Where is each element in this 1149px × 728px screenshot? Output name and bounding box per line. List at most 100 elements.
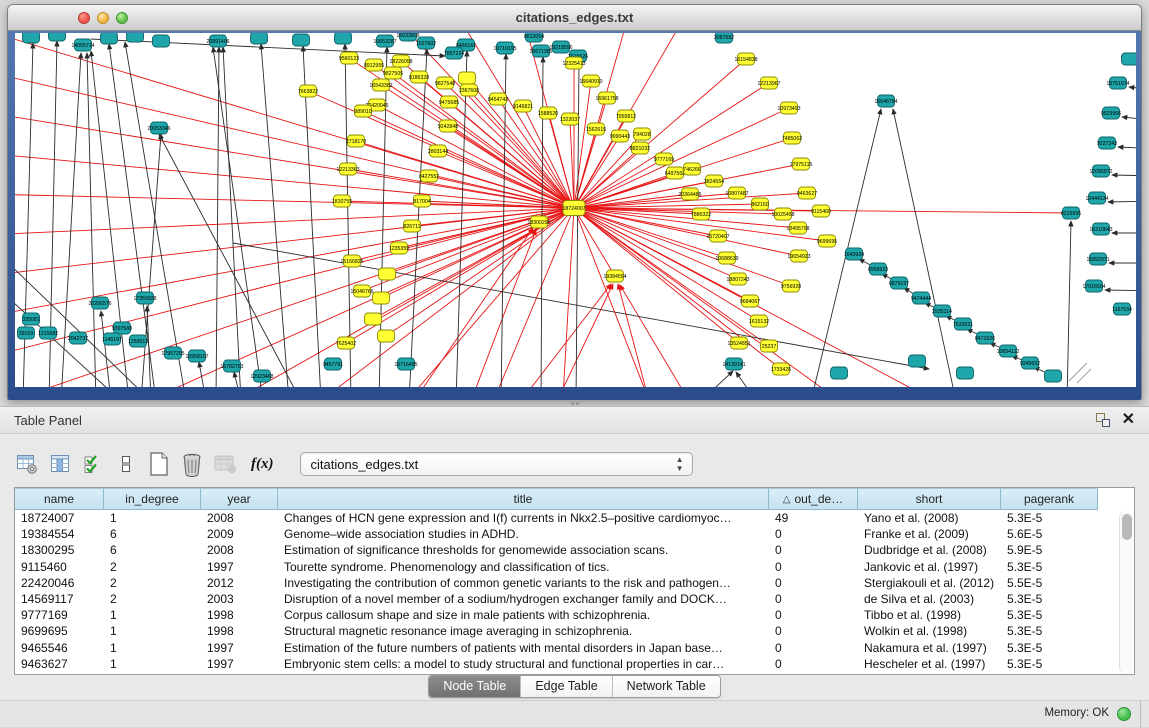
table-row[interactable]: 977716911998Corpus callosum shape and si… [15,607,1134,623]
zoom-window-button[interactable] [116,12,128,24]
graph-node[interactable]: 817004 [413,195,430,207]
graph-node[interactable]: 13524851 [727,337,750,349]
tab-edge-table[interactable]: Edge Table [521,676,612,697]
scrollbar-thumb[interactable] [1122,514,1132,540]
graph-node[interactable]: 2087682 [714,33,734,43]
graph-node[interactable]: 9699695 [817,235,837,247]
graph-node[interactable] [459,72,476,84]
graph-node[interactable]: 7632621 [953,318,973,330]
graph-node[interactable]: 9827505 [383,67,403,79]
graph-node[interactable]: 12213967 [757,77,780,89]
select-columns-button[interactable] [80,450,106,478]
tab-node-table[interactable]: Node Table [429,676,521,697]
graph-node[interactable]: 1562615 [586,123,606,135]
graph-node[interactable]: 10688639 [715,252,738,264]
graph-node[interactable]: 8471626 [975,332,995,344]
graph-node[interactable]: 16648784 [874,95,897,107]
table-row[interactable]: 969969511998Structural magnetic resonanc… [15,623,1134,639]
graph-node[interactable]: 2803144 [428,145,448,157]
graph-node[interactable]: 8454743 [488,93,508,105]
graph-node[interactable]: 2935114 [932,305,952,317]
graph-node[interactable]: 10653287 [373,35,396,47]
table-row[interactable]: 1872400712008Changes of HCN gene express… [15,510,1134,526]
new-file-button[interactable] [146,450,172,478]
table-selector-dropdown[interactable]: citations_edges.txt ▲▼ [300,452,693,476]
graph-node[interactable]: 20891406 [206,35,229,47]
graph-node[interactable]: 1733426 [771,363,791,375]
tab-network-table[interactable]: Network Table [613,676,720,697]
memory-status-indicator[interactable] [1117,707,1131,721]
close-window-button[interactable] [78,12,90,24]
graph-node[interactable]: 8912955 [364,59,384,71]
graph-node[interactable] [293,34,310,46]
graph-node[interactable]: 9474444 [911,292,931,304]
table-row[interactable]: 2242004622012Investigating the contribut… [15,575,1134,591]
graph-node[interactable]: 20206576 [88,297,111,309]
graph-node[interactable]: 16961758 [595,92,618,104]
graph-node[interactable]: 1640934 [844,248,864,260]
graph-node[interactable]: 746266 [683,163,700,175]
graph-node[interactable]: 17359928 [133,292,156,304]
graph-node[interactable]: 6879197 [889,277,909,289]
row-height-button[interactable] [113,450,139,478]
graph-node[interactable]: 20364486 [678,188,701,200]
graph-node[interactable]: 2042737 [68,332,88,344]
graph-node[interactable] [373,292,390,304]
graph-node[interactable]: 9756928 [781,280,801,292]
graph-node[interactable] [1122,53,1137,65]
graph-node[interactable]: 2718170 [346,135,366,147]
column-header-in_degree[interactable]: in_degree [104,488,201,510]
graph-node[interactable]: 18226058 [389,55,412,67]
minimize-window-button[interactable] [97,12,109,24]
graph-node[interactable] [127,33,144,42]
graph-node[interactable]: 8958923 [868,263,888,275]
graph-node[interactable]: 16543382 [369,79,392,91]
column-header-title[interactable]: title [278,488,769,510]
column-header-out_de[interactable]: △out_de… [769,488,858,510]
graph-node[interactable]: 10025458 [771,208,794,220]
graph-node[interactable] [365,313,382,325]
column-header-name[interactable]: name [15,488,104,510]
table-row[interactable]: 946362711997Embryonic stem cells: a mode… [15,656,1134,672]
graph-node[interactable]: 9777169 [654,153,674,165]
graph-node[interactable]: 3824554 [704,175,724,187]
modify-table-button[interactable] [14,450,40,478]
graph-node[interactable] [23,33,40,43]
graph-node[interactable]: 10958107 [185,350,208,362]
graph-node[interactable]: 10973493 [777,102,800,114]
graph-node[interactable]: 1322037 [560,113,580,125]
graph-node[interactable]: 862160 [751,198,768,210]
table-row[interactable]: 946554611997Estimation of the future num… [15,640,1134,656]
graph-node[interactable]: 9115460 [811,205,831,217]
network-graph-canvas[interactable]: 1405571420891406106532871527602646616110… [15,33,1136,387]
table-row[interactable]: 1938455462009Genome–wide association stu… [15,526,1134,542]
graph-node[interactable] [379,268,396,280]
graph-node[interactable]: 9242848 [438,120,458,132]
table-vertical-scrollbar[interactable] [1119,511,1133,674]
graph-node[interactable]: 15720407 [706,230,729,242]
graph-node[interactable]: 12923468 [250,370,273,382]
graph-node[interactable]: 8215955 [1061,207,1081,219]
table-row[interactable]: 1830029562008Estimation of significance … [15,542,1134,558]
graph-node[interactable]: 7485063 [782,132,802,144]
graph-node[interactable]: 9146821 [513,100,533,112]
graph-node[interactable]: 14055714 [71,39,94,51]
graph-node[interactable] [1045,370,1062,382]
import-table-button[interactable] [212,450,238,478]
graph-node[interactable]: 826711 [404,220,421,232]
graph-node[interactable]: 12444134 [1085,192,1108,204]
graph-node[interactable]: 15892971 [1086,253,1109,265]
graph-node[interactable]: 19218596 [549,41,572,53]
graph-node[interactable]: 16640910 [579,75,602,87]
graph-node[interactable]: 8813054 [524,33,544,42]
graph-node[interactable]: 18300295 [527,216,550,228]
graph-node[interactable]: 9684067 [740,295,760,307]
graph-node[interactable]: 15716485 [394,358,417,370]
graph-node[interactable]: 17016504 [1082,280,1105,292]
graph-node[interactable]: 9227343 [1097,137,1117,149]
graph-node[interactable]: 7625402 [336,337,356,349]
graph-node[interactable]: 17975115 [790,158,813,170]
column-header-year[interactable]: year [201,488,278,510]
graph-node[interactable]: 9529966 [1101,107,1121,119]
network-window-titlebar[interactable]: citations_edges.txt [8,5,1141,31]
